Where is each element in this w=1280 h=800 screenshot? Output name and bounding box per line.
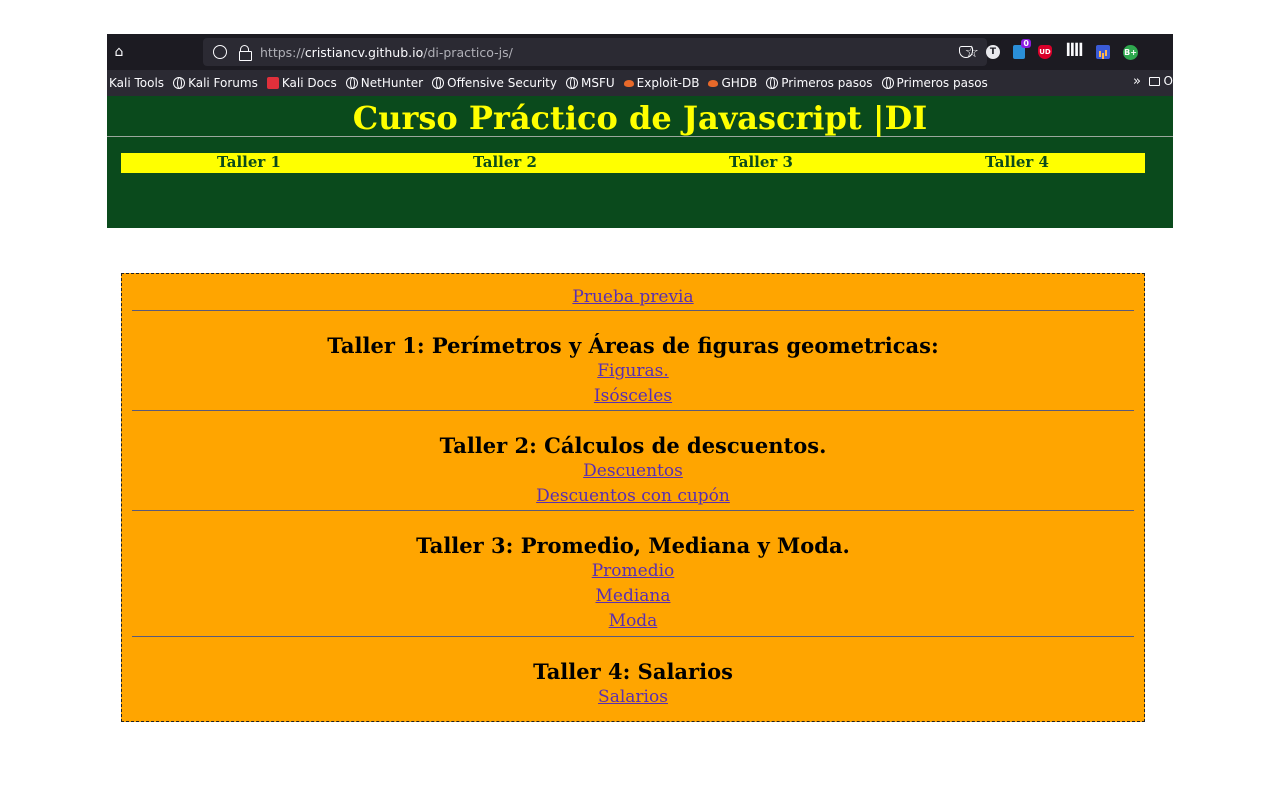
bookmark-label: Primeros pasos bbox=[781, 76, 873, 90]
ublock-label: UD bbox=[1039, 48, 1051, 56]
extension-badge-count: 0 bbox=[1021, 39, 1031, 48]
bplus-extension-icon[interactable]: B+ bbox=[1123, 44, 1138, 60]
folder-icon bbox=[1148, 76, 1160, 86]
bookmark-msfu[interactable]: MSFU bbox=[566, 76, 615, 90]
home-icon[interactable]: ⌂ bbox=[109, 44, 129, 60]
page-title: Curso Práctico de Javascript |DI bbox=[107, 96, 1173, 137]
bookmark-label: Kali Forums bbox=[188, 76, 258, 90]
url-host: cristiancv.github.io bbox=[304, 44, 424, 60]
bookmark-label: Kali Docs bbox=[281, 76, 337, 90]
globe-icon bbox=[881, 77, 894, 89]
content-panel: Prueba previa Taller 1: Perímetros y Áre… bbox=[121, 273, 1145, 722]
bookmark-primeros-pasos-1[interactable]: Primeros pasos bbox=[766, 76, 873, 90]
taller-2-heading: Taller 2: Cálculos de descuentos. bbox=[439, 433, 827, 458]
bookmark-label: Exploit-DB bbox=[636, 76, 700, 90]
globe-icon bbox=[173, 77, 186, 89]
bars-extension-icon[interactable]: ꟾꟾꟾꟾ bbox=[1065, 43, 1084, 61]
bookmarks-overflow-icon[interactable]: » bbox=[1133, 74, 1141, 89]
taller-4-section: Taller 4: Salarios Salarios bbox=[132, 637, 1134, 717]
ublock-icon[interactable]: UD bbox=[1038, 45, 1052, 59]
preview-section: Prueba previa bbox=[132, 274, 1134, 311]
url-prefix: https:// bbox=[260, 44, 305, 60]
lock-icon[interactable] bbox=[239, 45, 252, 61]
bookmark-offensive-security[interactable]: Offensive Security bbox=[432, 76, 557, 90]
taller-3-heading: Taller 3: Promedio, Mediana y Moda. bbox=[416, 533, 850, 558]
nav-taller-1[interactable]: Taller 1 bbox=[121, 153, 377, 173]
extension-icons: T 0 UD ꟾꟾꟾꟾ B+ bbox=[959, 39, 1151, 61]
chart-extension-icon[interactable] bbox=[1096, 45, 1110, 59]
extension-badge-icon[interactable]: 0 bbox=[1013, 39, 1031, 59]
link-salarios[interactable]: Salarios bbox=[132, 685, 1134, 710]
globe-icon bbox=[566, 77, 578, 89]
other-bookmarks-folder[interactable]: O bbox=[1148, 74, 1173, 88]
bookmark-label: Offensive Security bbox=[447, 76, 557, 90]
bookmark-label: GHDB bbox=[721, 76, 758, 90]
link-isosceles[interactable]: Isósceles bbox=[132, 384, 1134, 409]
url-bar[interactable]: https://cristiancv.github.io/di-practico… bbox=[203, 38, 987, 66]
link-mediana[interactable]: Mediana bbox=[132, 584, 1134, 609]
bookmark-label: MSFU bbox=[581, 76, 615, 90]
ghdb-icon bbox=[708, 79, 719, 87]
nav-taller-3[interactable]: Taller 3 bbox=[633, 153, 889, 173]
bookmark-kali-tools[interactable]: Kali Tools bbox=[109, 76, 164, 90]
nav-taller-2[interactable]: Taller 2 bbox=[377, 153, 633, 173]
site-header: Curso Práctico de Javascript |DI Taller … bbox=[107, 96, 1173, 228]
exploit-db-icon bbox=[623, 79, 634, 87]
bookmark-kali-docs[interactable]: Kali Docs bbox=[266, 76, 337, 90]
bookmark-nethunter[interactable]: NetHunter bbox=[345, 76, 424, 90]
globe-icon bbox=[432, 77, 445, 89]
link-descuentos[interactable]: Descuentos bbox=[132, 459, 1134, 484]
bookmark-label: Primeros pasos bbox=[896, 76, 988, 90]
bookmark-ghdb[interactable]: GHDB bbox=[708, 76, 757, 90]
bookmark-exploit-db[interactable]: Exploit-DB bbox=[623, 76, 700, 90]
taller-4-heading: Taller 4: Salarios bbox=[533, 659, 733, 684]
tracking-protection-icon[interactable] bbox=[213, 45, 227, 59]
link-descuentos-cupon[interactable]: Descuentos con cupón bbox=[132, 484, 1134, 509]
bookmark-kali-forums[interactable]: Kali Forums bbox=[173, 76, 258, 90]
preview-link[interactable]: Prueba previa bbox=[132, 286, 1134, 308]
globe-icon bbox=[345, 77, 358, 89]
taller-2-section: Taller 2: Cálculos de descuentos. Descue… bbox=[132, 411, 1134, 511]
nav-taller-4[interactable]: Taller 4 bbox=[889, 153, 1145, 173]
folder-label: O bbox=[1163, 74, 1173, 88]
link-moda[interactable]: Moda bbox=[132, 609, 1134, 634]
kali-docs-icon bbox=[266, 77, 279, 89]
link-figuras[interactable]: Figuras. bbox=[132, 359, 1134, 384]
extension-t-label: T bbox=[989, 47, 997, 57]
globe-icon bbox=[766, 77, 779, 89]
bookmark-label: Kali Tools bbox=[109, 76, 165, 90]
taller-3-section: Taller 3: Promedio, Mediana y Moda. Prom… bbox=[132, 511, 1134, 637]
browser-toolbar: ⌂ https://cristiancv.github.io/di-practi… bbox=[107, 34, 1173, 70]
taller-nav: Taller 1 Taller 2 Taller 3 Taller 4 bbox=[121, 153, 1145, 173]
bookmark-primeros-pasos-2[interactable]: Primeros pasos bbox=[881, 76, 988, 90]
extension-t-icon[interactable]: T bbox=[986, 45, 1000, 59]
taller-1-section: Taller 1: Perímetros y Áreas de figuras … bbox=[132, 311, 1134, 411]
url-path: /di-practico-js/ bbox=[423, 44, 513, 60]
taller-1-heading: Taller 1: Perímetros y Áreas de figuras … bbox=[327, 333, 939, 358]
link-promedio[interactable]: Promedio bbox=[132, 559, 1134, 584]
pocket-icon[interactable] bbox=[959, 46, 973, 58]
url-text[interactable]: https://cristiancv.github.io/di-practico… bbox=[260, 45, 513, 60]
bookmarks-toolbar: Kali Tools Kali Forums Kali Docs NetHunt… bbox=[107, 70, 1173, 96]
bplus-label: B+ bbox=[1124, 47, 1137, 57]
bookmark-label: NetHunter bbox=[360, 76, 424, 90]
